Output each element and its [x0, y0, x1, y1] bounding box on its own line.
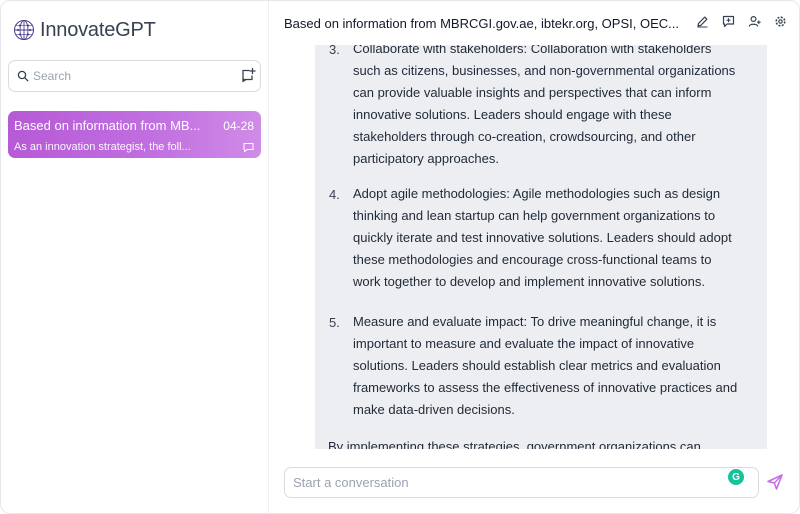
text-line: Measure and evaluate impact: To drive me…	[353, 314, 717, 329]
text-line: can provide valuable insights and perspe…	[353, 85, 712, 100]
item-text: Collaborate with stakeholders: Collabora…	[353, 45, 761, 170]
prompt-icon[interactable]	[722, 15, 735, 28]
text-line: innovative solutions. Leaders should eng…	[353, 107, 672, 122]
closing-text: By implementing these strategies, govern…	[328, 439, 701, 449]
item-number: 5.	[329, 315, 340, 330]
conversation-title: Based on information from MB...	[14, 118, 201, 133]
header-tools	[696, 15, 787, 28]
message-icon	[243, 143, 254, 153]
item-text: Measure and evaluate impact: To drive me…	[353, 311, 761, 421]
item-number: 3.	[329, 45, 340, 57]
send-icon[interactable]	[766, 473, 784, 491]
text-line: Adopt agile methodologies: Agile methodo…	[353, 186, 721, 201]
text-line: thinking and lean startup can help gover…	[353, 208, 716, 223]
edit-icon[interactable]	[696, 15, 709, 28]
new-chat-icon[interactable]	[240, 67, 256, 83]
text-line: such as citizens, businesses, and non-go…	[353, 63, 736, 78]
sidebar: InnovateGPT Based on information from MB…	[1, 1, 269, 513]
search-icon	[17, 70, 29, 82]
text-line: quickly iterate and test innovative solu…	[353, 230, 732, 245]
brand: InnovateGPT	[13, 17, 156, 43]
chat-main: Based on information from MBRCGI.gov.ae,…	[269, 1, 799, 513]
search-input[interactable]	[33, 69, 233, 83]
text-line: work together to develop and implement i…	[353, 274, 705, 289]
message-list: 3. Collaborate with stakeholders: Collab…	[269, 45, 799, 449]
search-box[interactable]	[8, 60, 261, 92]
text-line: stakeholders through co-creation, crowds…	[353, 129, 696, 144]
globe-logo-icon	[14, 20, 34, 40]
app-window: InnovateGPT Based on information from MB…	[0, 0, 800, 514]
settings-icon[interactable]	[774, 15, 787, 28]
text-line: important to measure and evaluate the im…	[353, 336, 695, 351]
grammarly-icon[interactable]: G	[728, 469, 744, 485]
chat-header: Based on information from MBRCGI.gov.ae,…	[269, 1, 799, 45]
item-number: 4.	[329, 187, 340, 202]
chat-title: Based on information from MBRCGI.gov.ae,…	[284, 15, 679, 31]
conversation-item[interactable]: Based on information from MB... 04-28 As…	[8, 111, 261, 158]
conversation-date: 04-28	[223, 119, 254, 133]
text-line: these methodologies and encourage cross-…	[353, 252, 712, 267]
user-add-icon[interactable]	[748, 15, 761, 28]
app-name: InnovateGPT	[40, 18, 156, 41]
text-line: make data-driven decisions.	[353, 402, 515, 417]
text-line: Collaborate with stakeholders: Collabora…	[353, 45, 712, 56]
composer[interactable]: G	[284, 467, 759, 498]
text-line: frameworks to assess the effectiveness o…	[353, 380, 738, 395]
message-input[interactable]	[293, 475, 713, 490]
item-text: Adopt agile methodologies: Agile methodo…	[353, 183, 761, 293]
text-line: solutions. Leaders should establish clea…	[353, 358, 721, 373]
text-line: participatory approaches.	[353, 151, 499, 166]
conversation-preview: As an innovation strategist, the foll...	[14, 141, 191, 153]
assistant-message: 3. Collaborate with stakeholders: Collab…	[315, 45, 767, 449]
